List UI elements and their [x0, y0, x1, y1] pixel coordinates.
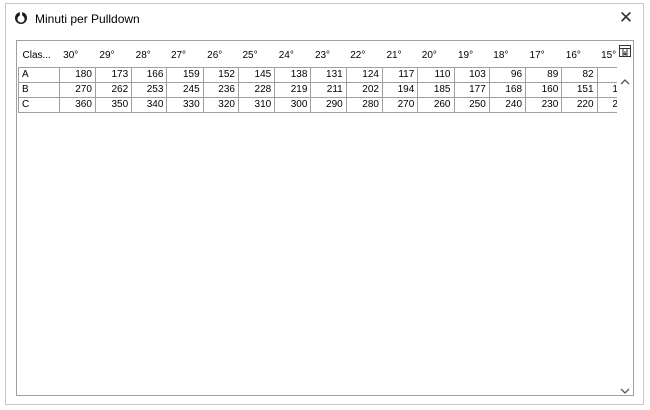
column-chooser-icon[interactable]	[619, 44, 631, 57]
column-header-temperature[interactable]: 16°	[562, 44, 597, 67]
minutes-cell[interactable]: 166	[131, 66, 168, 83]
title-bar: Minuti per Pulldown ✕	[6, 4, 643, 34]
minutes-cell[interactable]: 280	[345, 96, 383, 113]
column-header-temperature[interactable]: 18°	[489, 44, 525, 67]
minutes-cell[interactable]: 262	[94, 81, 133, 98]
data-table: Clas... 30° 29° 28° 27° 26° 25° 24° 23° 22° 21° 20°…	[18, 44, 634, 113]
minutes-cell[interactable]: 177	[453, 81, 490, 98]
minutes-cell[interactable]: 117	[381, 66, 419, 83]
vertical-scrollbar[interactable]	[617, 41, 633, 395]
minutes-cell[interactable]: 260	[417, 96, 455, 113]
table-header-row: Clas... 30° 29° 28° 27° 26° 25° 24° 23° 22° 21° 20°…	[19, 44, 633, 67]
minutes-cell[interactable]: 310	[237, 96, 276, 113]
minutes-cell[interactable]: 219	[274, 81, 312, 98]
minutes-cell[interactable]: 290	[310, 96, 347, 113]
column-header-temperature[interactable]: 26°	[203, 44, 238, 67]
column-header-temperature[interactable]: 21°	[382, 44, 417, 67]
minutes-cell[interactable]: 250	[453, 96, 490, 113]
minutes-cell[interactable]: 228	[237, 81, 276, 98]
minutes-cell[interactable]: 220	[561, 96, 598, 113]
minutes-cell[interactable]: 159	[166, 66, 204, 83]
minutes-cell[interactable]: 230	[525, 96, 563, 113]
minutes-cell[interactable]: 270	[58, 81, 96, 98]
minutes-cell[interactable]: 340	[131, 96, 168, 113]
column-header-temperature[interactable]: 29°	[95, 44, 131, 67]
minutes-cell[interactable]: 138	[274, 66, 312, 83]
column-header-temperature[interactable]: 30°	[59, 44, 95, 67]
column-header-temperature[interactable]: 25°	[238, 44, 274, 67]
minutes-cell[interactable]: 160	[525, 81, 563, 98]
column-header-temperature[interactable]: 20°	[418, 44, 454, 67]
minutes-cell[interactable]: 168	[488, 81, 527, 98]
minutes-cell[interactable]: 240	[488, 96, 527, 113]
column-header-temperature[interactable]: 23°	[311, 44, 346, 67]
minutes-cell[interactable]: 103	[453, 66, 490, 83]
minutes-cell[interactable]: 245	[166, 81, 204, 98]
minutes-cell[interactable]: 89	[525, 66, 563, 83]
column-header-temperature[interactable]: 17°	[526, 44, 562, 67]
minutes-cell[interactable]: 145	[237, 66, 276, 83]
minutes-cell[interactable]: 300	[274, 96, 312, 113]
minutes-cell[interactable]: 253	[131, 81, 168, 98]
minutes-cell[interactable]: 211	[310, 81, 347, 98]
chevron-down-icon[interactable]	[619, 382, 631, 394]
chevron-up-icon[interactable]	[619, 73, 631, 85]
window-title: Minuti per Pulldown	[35, 12, 140, 26]
column-header-temperature[interactable]: 19°	[454, 44, 489, 67]
column-header-class[interactable]: Clas...	[19, 44, 60, 67]
minutes-cell[interactable]: 350	[94, 96, 133, 113]
column-header-temperature[interactable]: 24°	[275, 44, 311, 67]
pulldown-grid[interactable]: Clas... 30° 29° 28° 27° 26° 25° 24° 23° 22° 21° 20°…	[16, 40, 634, 396]
minutes-cell[interactable]: 180	[58, 66, 96, 83]
minutes-cell[interactable]: 360	[58, 96, 96, 113]
column-header-temperature[interactable]: 22°	[346, 44, 382, 67]
close-icon[interactable]: ✕	[619, 8, 633, 27]
pulldown-app-icon	[14, 11, 28, 25]
close-button[interactable]: ✕	[616, 8, 636, 28]
minutes-cell[interactable]: 82	[561, 66, 598, 83]
minutes-cell[interactable]: 185	[417, 81, 455, 98]
class-cell[interactable]: C	[18, 96, 60, 113]
minutes-cell[interactable]: 131	[310, 66, 347, 83]
class-cell[interactable]: B	[18, 81, 60, 98]
minutes-cell[interactable]: 236	[202, 81, 239, 98]
minutes-cell[interactable]: 194	[381, 81, 419, 98]
minutes-cell[interactable]: 96	[488, 66, 527, 83]
dialog-window: Minuti per Pulldown ✕ Clas... 30° 29° 28° 27…	[5, 3, 644, 405]
class-cell[interactable]: A	[18, 66, 60, 83]
table-row[interactable]: A 180 173 166 159 152 145 138 131 124 117 110 103 96 8…	[18, 66, 634, 83]
column-header-temperature[interactable]: 27°	[167, 44, 203, 67]
minutes-cell[interactable]: 110	[417, 66, 455, 83]
minutes-cell[interactable]: 124	[345, 66, 383, 83]
minutes-cell[interactable]: 320	[202, 96, 239, 113]
minutes-cell[interactable]: 173	[94, 66, 133, 83]
table-row[interactable]: B 270 262 253 245 236 228 219 211 202 194 185 177 168…	[18, 81, 634, 98]
minutes-cell[interactable]: 270	[381, 96, 419, 113]
minutes-cell[interactable]: 330	[166, 96, 204, 113]
minutes-cell[interactable]: 152	[202, 66, 239, 83]
column-header-temperature[interactable]: 28°	[132, 44, 167, 67]
minutes-cell[interactable]: 202	[345, 81, 383, 98]
minutes-cell[interactable]: 151	[561, 81, 598, 98]
table-row[interactable]: C 360 350 340 330 320 310 300 290 280 270 260 250 240…	[18, 96, 634, 113]
